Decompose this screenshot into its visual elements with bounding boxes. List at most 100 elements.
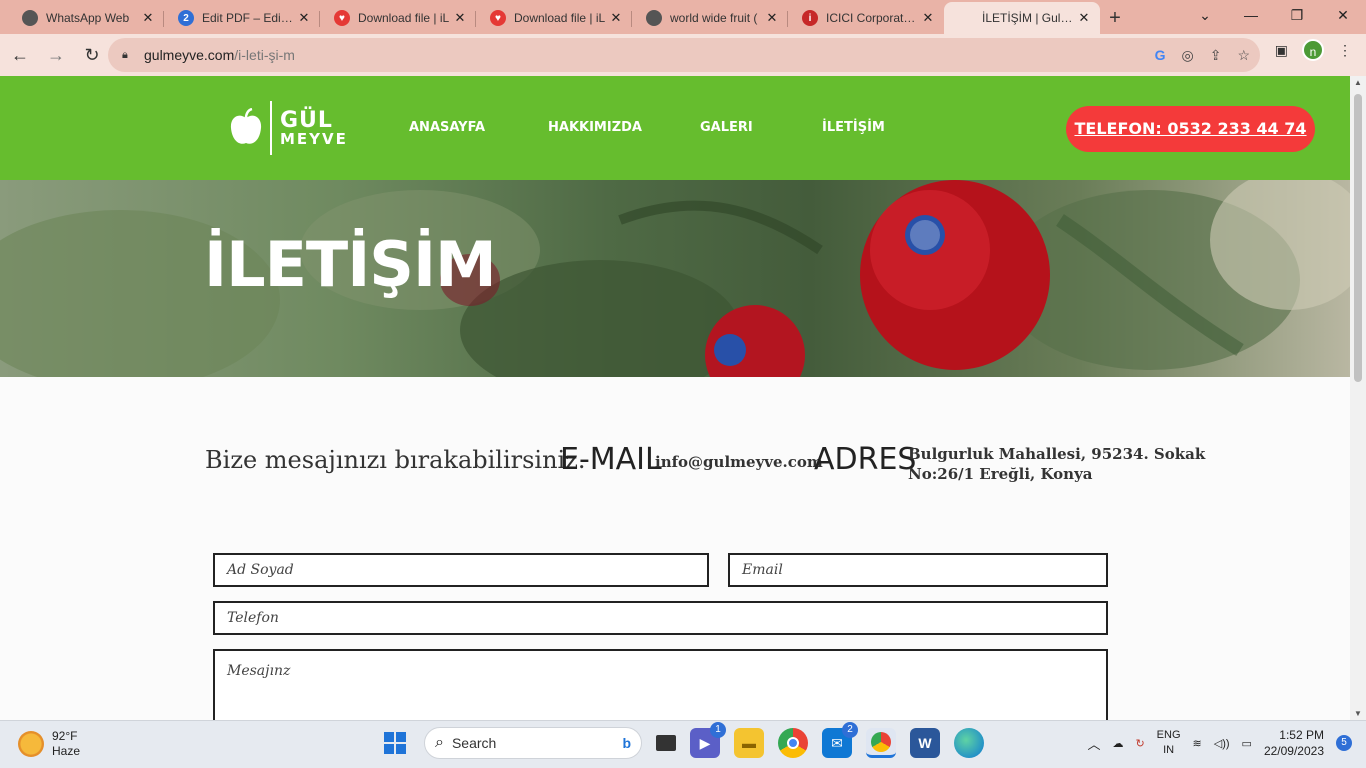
profile-avatar[interactable]: n bbox=[1302, 39, 1324, 61]
tab-title: ICICI Corporate e bbox=[826, 11, 920, 25]
haze-sun-icon bbox=[18, 731, 44, 757]
apple-icon bbox=[230, 108, 262, 144]
wifi-icon[interactable]: ≋ bbox=[1193, 737, 1202, 750]
taskbar-search[interactable]: ⌕ Search b bbox=[424, 727, 642, 759]
address-line-1: Bulgurluk Mahallesi, 95234. Sokak bbox=[908, 445, 1206, 463]
browser-tab[interactable]: ♥ Download file | iL ✕ bbox=[476, 2, 632, 34]
onedrive-icon[interactable]: ☁︎ bbox=[1112, 737, 1123, 750]
nav-hakkimizda[interactable]: HAKKIMIZDA bbox=[548, 120, 642, 135]
logo-text-top: GÜL bbox=[280, 107, 333, 133]
weather-widget[interactable]: 92°F Haze bbox=[18, 729, 80, 759]
address-bar[interactable]: 🔒︎ gulmeyve.com/i-leti-şi-m G ◎ ⇪ ☆ bbox=[108, 38, 1260, 72]
weather-condition: Haze bbox=[52, 744, 81, 758]
blank-favicon-icon bbox=[958, 10, 974, 26]
tab-title: Edit PDF – Edit PDF bbox=[202, 11, 296, 25]
eye-off-icon[interactable]: ◎ bbox=[1181, 47, 1193, 64]
browser-tab[interactable]: ♥ Download file | iL ✕ bbox=[320, 2, 476, 34]
close-tab-icon[interactable]: ✕ bbox=[1076, 10, 1092, 26]
forward-icon[interactable]: → bbox=[40, 39, 72, 71]
tab-title: Download file | iL bbox=[358, 11, 450, 25]
edge-icon[interactable] bbox=[954, 728, 984, 758]
tab-search-icon[interactable]: ⌄ bbox=[1182, 0, 1228, 34]
minimize-icon[interactable]: — bbox=[1228, 0, 1274, 34]
browser-tab-strip: WhatsApp Web✕2Edit PDF – Edit PDF✕♥Downl… bbox=[0, 0, 1366, 34]
nav-anasayfa[interactable]: ANASAYFA bbox=[409, 120, 485, 135]
restore-icon[interactable]: ❐ bbox=[1274, 0, 1320, 34]
windows-start-icon[interactable] bbox=[380, 728, 410, 758]
search-icon: ⌕ bbox=[435, 734, 444, 751]
mail-icon[interactable]: ✉ 2 bbox=[822, 722, 858, 758]
notifications-badge[interactable]: 5 bbox=[1336, 735, 1352, 751]
tab-title: WhatsApp Web bbox=[46, 11, 130, 25]
share-icon[interactable]: ⇪ bbox=[1210, 47, 1222, 64]
address-line-2: No:26/1 Ereğli, Konya bbox=[908, 465, 1093, 483]
browser-tab[interactable]: 2 Edit PDF – Edit PDF✕ bbox=[164, 2, 320, 34]
nav-iletisim[interactable]: İLETİŞİM bbox=[822, 120, 885, 135]
new-tab-button[interactable]: + bbox=[1100, 2, 1130, 34]
menu-kebab-icon[interactable]: ⋮ bbox=[1338, 42, 1352, 59]
name-field[interactable]: Ad Soyad bbox=[213, 553, 709, 587]
tab-title: world wide fruit ( bbox=[670, 11, 758, 25]
language[interactable]: ENG bbox=[1157, 728, 1181, 743]
volume-icon[interactable]: ◁)) bbox=[1214, 737, 1230, 750]
globe-icon bbox=[646, 10, 662, 26]
bing-icon: b bbox=[622, 735, 631, 751]
phone-button[interactable]: TELEFON: 0532 233 44 74 bbox=[1066, 106, 1315, 152]
windows-taskbar: 92°F Haze ⌕ Search b ▶ 1 ▬ ✉ 2 W ︿ ☁︎ ↻ EN… bbox=[0, 720, 1366, 768]
clock-date[interactable]: 22/09/2023 bbox=[1264, 743, 1324, 759]
scroll-down-icon[interactable]: ▼ bbox=[1350, 709, 1366, 718]
phone-field[interactable]: Telefon bbox=[213, 601, 1108, 635]
teams-badge: 1 bbox=[710, 722, 726, 738]
temperature: 92°F bbox=[52, 729, 78, 743]
url-path: /i-leti-şi-m bbox=[234, 47, 295, 63]
close-tab-icon[interactable]: ✕ bbox=[920, 10, 936, 26]
logo-text-bottom: MEYVE bbox=[280, 129, 348, 148]
close-window-icon[interactable]: ✕ bbox=[1320, 0, 1366, 34]
battery-icon[interactable]: ▭ bbox=[1242, 737, 1252, 750]
gul-meyve-logo[interactable]: GÜL MEYVE bbox=[228, 100, 358, 156]
message-field[interactable]: Mesajınz bbox=[213, 649, 1108, 720]
chrome-icon[interactable] bbox=[778, 728, 808, 758]
address-label: ADRES bbox=[814, 442, 917, 477]
browser-toolbar: ← → ↻ 🔒︎ gulmeyve.com/i-leti-şi-m G ◎ ⇪ … bbox=[0, 34, 1366, 76]
word-icon[interactable]: W bbox=[910, 728, 940, 758]
email-value[interactable]: info@gulmeyve.com bbox=[655, 452, 823, 472]
reload-icon[interactable]: ↻ bbox=[76, 39, 108, 71]
teams-icon[interactable]: ▶ 1 bbox=[690, 722, 726, 758]
browser-tab[interactable]: WhatsApp Web ✕ bbox=[8, 2, 164, 34]
task-view-icon[interactable] bbox=[656, 735, 676, 751]
pdf-edit-icon: 2 bbox=[178, 10, 194, 26]
nav-galeri[interactable]: GALERI bbox=[700, 120, 753, 135]
back-icon[interactable]: ← bbox=[4, 39, 36, 71]
google-icon[interactable]: G bbox=[1155, 47, 1166, 63]
hero-title: İLETİŞİM bbox=[204, 228, 497, 301]
scroll-thumb[interactable] bbox=[1354, 94, 1362, 382]
lock-icon[interactable]: 🔒︎ bbox=[122, 49, 134, 61]
close-tab-icon[interactable]: ✕ bbox=[452, 10, 468, 26]
scroll-up-icon[interactable]: ▲ bbox=[1350, 78, 1366, 87]
file-explorer-icon[interactable]: ▬ bbox=[734, 728, 764, 758]
heart-icon: ♥ bbox=[334, 10, 350, 26]
page-scrollbar[interactable]: ▲ ▼ bbox=[1350, 76, 1366, 720]
region[interactable]: IN bbox=[1157, 743, 1181, 758]
browser-tab[interactable]: world wide fruit ( ✕ bbox=[632, 2, 788, 34]
close-tab-icon[interactable]: ✕ bbox=[296, 10, 312, 26]
chevron-up-icon[interactable]: ︿ bbox=[1087, 734, 1100, 753]
web-page: GÜL MEYVE ANASAYFA HAKKIMIZDA GALERI İLE… bbox=[0, 76, 1350, 720]
browser-tab[interactable]: i ICICI Corporate e ✕ bbox=[788, 2, 944, 34]
chrome-profile-icon[interactable] bbox=[866, 728, 896, 758]
bookmark-star-icon[interactable]: ☆ bbox=[1237, 47, 1250, 64]
browser-tab[interactable]: İLETİŞİM | Gulme ✕ bbox=[944, 2, 1100, 34]
close-tab-icon[interactable]: ✕ bbox=[764, 10, 780, 26]
window-controls: ⌄ — ❐ ✕ bbox=[1182, 0, 1366, 34]
search-label: Search bbox=[451, 735, 497, 751]
email-field[interactable]: Email bbox=[728, 553, 1108, 587]
email-label: E-MAIL bbox=[560, 442, 662, 477]
icici-icon: i bbox=[802, 10, 818, 26]
close-tab-icon[interactable]: ✕ bbox=[608, 10, 624, 26]
sync-icon[interactable]: ↻ bbox=[1135, 737, 1144, 750]
close-tab-icon[interactable]: ✕ bbox=[140, 10, 156, 26]
sidebar-icon[interactable]: ▣ bbox=[1275, 42, 1288, 59]
clock-time[interactable]: 1:52 PM bbox=[1264, 727, 1324, 743]
mail-badge: 2 bbox=[842, 722, 858, 738]
